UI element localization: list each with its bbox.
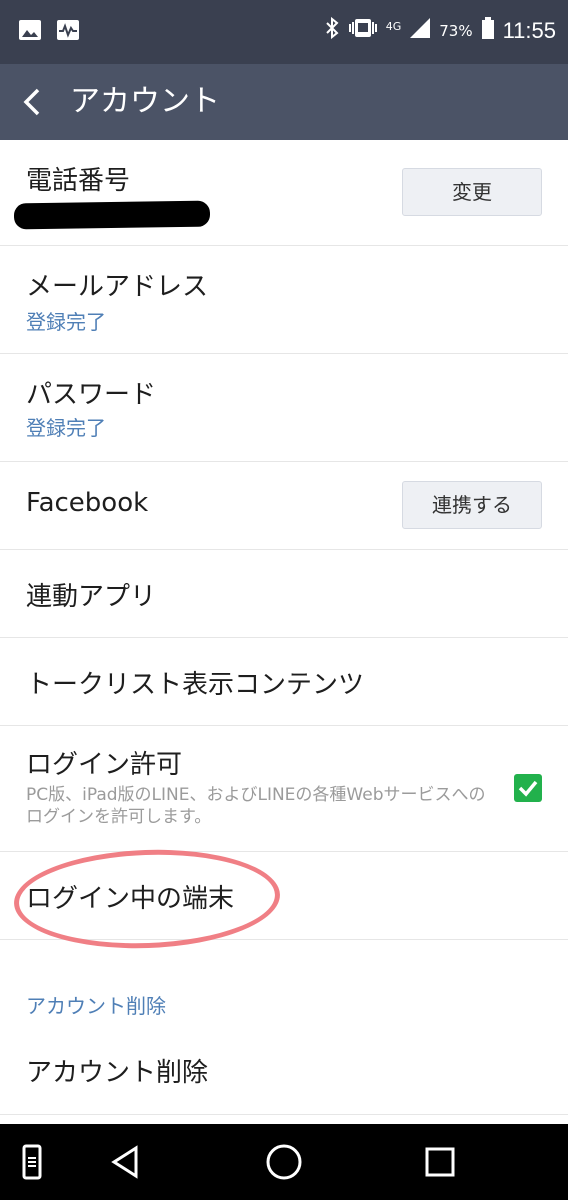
linked-apps-label: 連動アプリ bbox=[26, 582, 157, 612]
delete-account-label: アカウント削除 bbox=[26, 1058, 209, 1088]
delete-section-header: アカウント削除 bbox=[26, 994, 166, 1018]
facebook-row[interactable]: Facebook 連携する bbox=[0, 462, 568, 550]
nav-back-button[interactable] bbox=[104, 1140, 148, 1184]
back-triangle-icon bbox=[111, 1145, 138, 1179]
password-label: パスワード bbox=[26, 380, 157, 410]
talk-list-content-row[interactable]: トークリスト表示コンテンツ bbox=[0, 638, 568, 726]
phone-number-label: 電話番号 bbox=[26, 166, 131, 196]
back-button[interactable] bbox=[12, 82, 52, 122]
signal-icon bbox=[409, 17, 431, 44]
status-bar: 4G 73% 11:55 bbox=[0, 0, 568, 64]
navigation-bar bbox=[0, 1124, 568, 1200]
bluetooth-icon bbox=[324, 16, 340, 45]
phone-number-row[interactable]: 電話番号 変更 bbox=[0, 140, 568, 246]
password-row[interactable]: パスワード 登録完了 bbox=[0, 354, 568, 462]
login-permission-row[interactable]: ログイン許可 PC版、iPad版のLINE、およびLINEの各種Webサービスへ… bbox=[0, 726, 568, 852]
clock: 11:55 bbox=[502, 17, 556, 43]
email-status: 登録完了 bbox=[26, 310, 106, 334]
facebook-label: Facebook bbox=[26, 488, 149, 518]
nav-recents-button[interactable] bbox=[418, 1140, 462, 1184]
login-permission-label: ログイン許可 bbox=[26, 750, 183, 780]
linked-apps-row[interactable]: 連動アプリ bbox=[0, 550, 568, 638]
login-permission-checkbox[interactable] bbox=[514, 774, 542, 802]
redacted-phone-number bbox=[13, 200, 211, 230]
change-phone-button[interactable]: 変更 bbox=[402, 168, 542, 216]
login-permission-description: PC版、iPad版のLINE、およびLINEの各種Webサービスへのログインを許… bbox=[26, 785, 486, 827]
page-title: アカウント bbox=[70, 85, 220, 118]
activity-notification-icon bbox=[56, 18, 80, 46]
talk-list-content-label: トークリスト表示コンテンツ bbox=[26, 670, 365, 700]
network-type: 4G bbox=[385, 20, 402, 33]
gallery-notification-icon bbox=[18, 18, 42, 46]
app-bar: アカウント bbox=[0, 64, 568, 140]
email-row[interactable]: メールアドレス 登録完了 bbox=[0, 246, 568, 354]
link-facebook-button[interactable]: 連携する bbox=[402, 481, 542, 529]
home-circle-icon bbox=[266, 1144, 302, 1180]
nav-home-button[interactable] bbox=[262, 1140, 306, 1184]
device-menu-button[interactable] bbox=[10, 1140, 54, 1184]
vibrate-icon bbox=[348, 16, 378, 45]
chevron-left-icon bbox=[23, 88, 40, 116]
checkmark-icon bbox=[518, 780, 538, 797]
password-status: 登録完了 bbox=[26, 416, 106, 440]
recents-square-icon bbox=[425, 1147, 455, 1177]
battery-percent: 73% bbox=[439, 21, 473, 40]
battery-icon bbox=[481, 16, 495, 45]
email-label: メールアドレス bbox=[26, 272, 209, 302]
phone-menu-icon bbox=[22, 1144, 42, 1180]
delete-account-row[interactable]: アカウント削除 bbox=[0, 1026, 568, 1115]
